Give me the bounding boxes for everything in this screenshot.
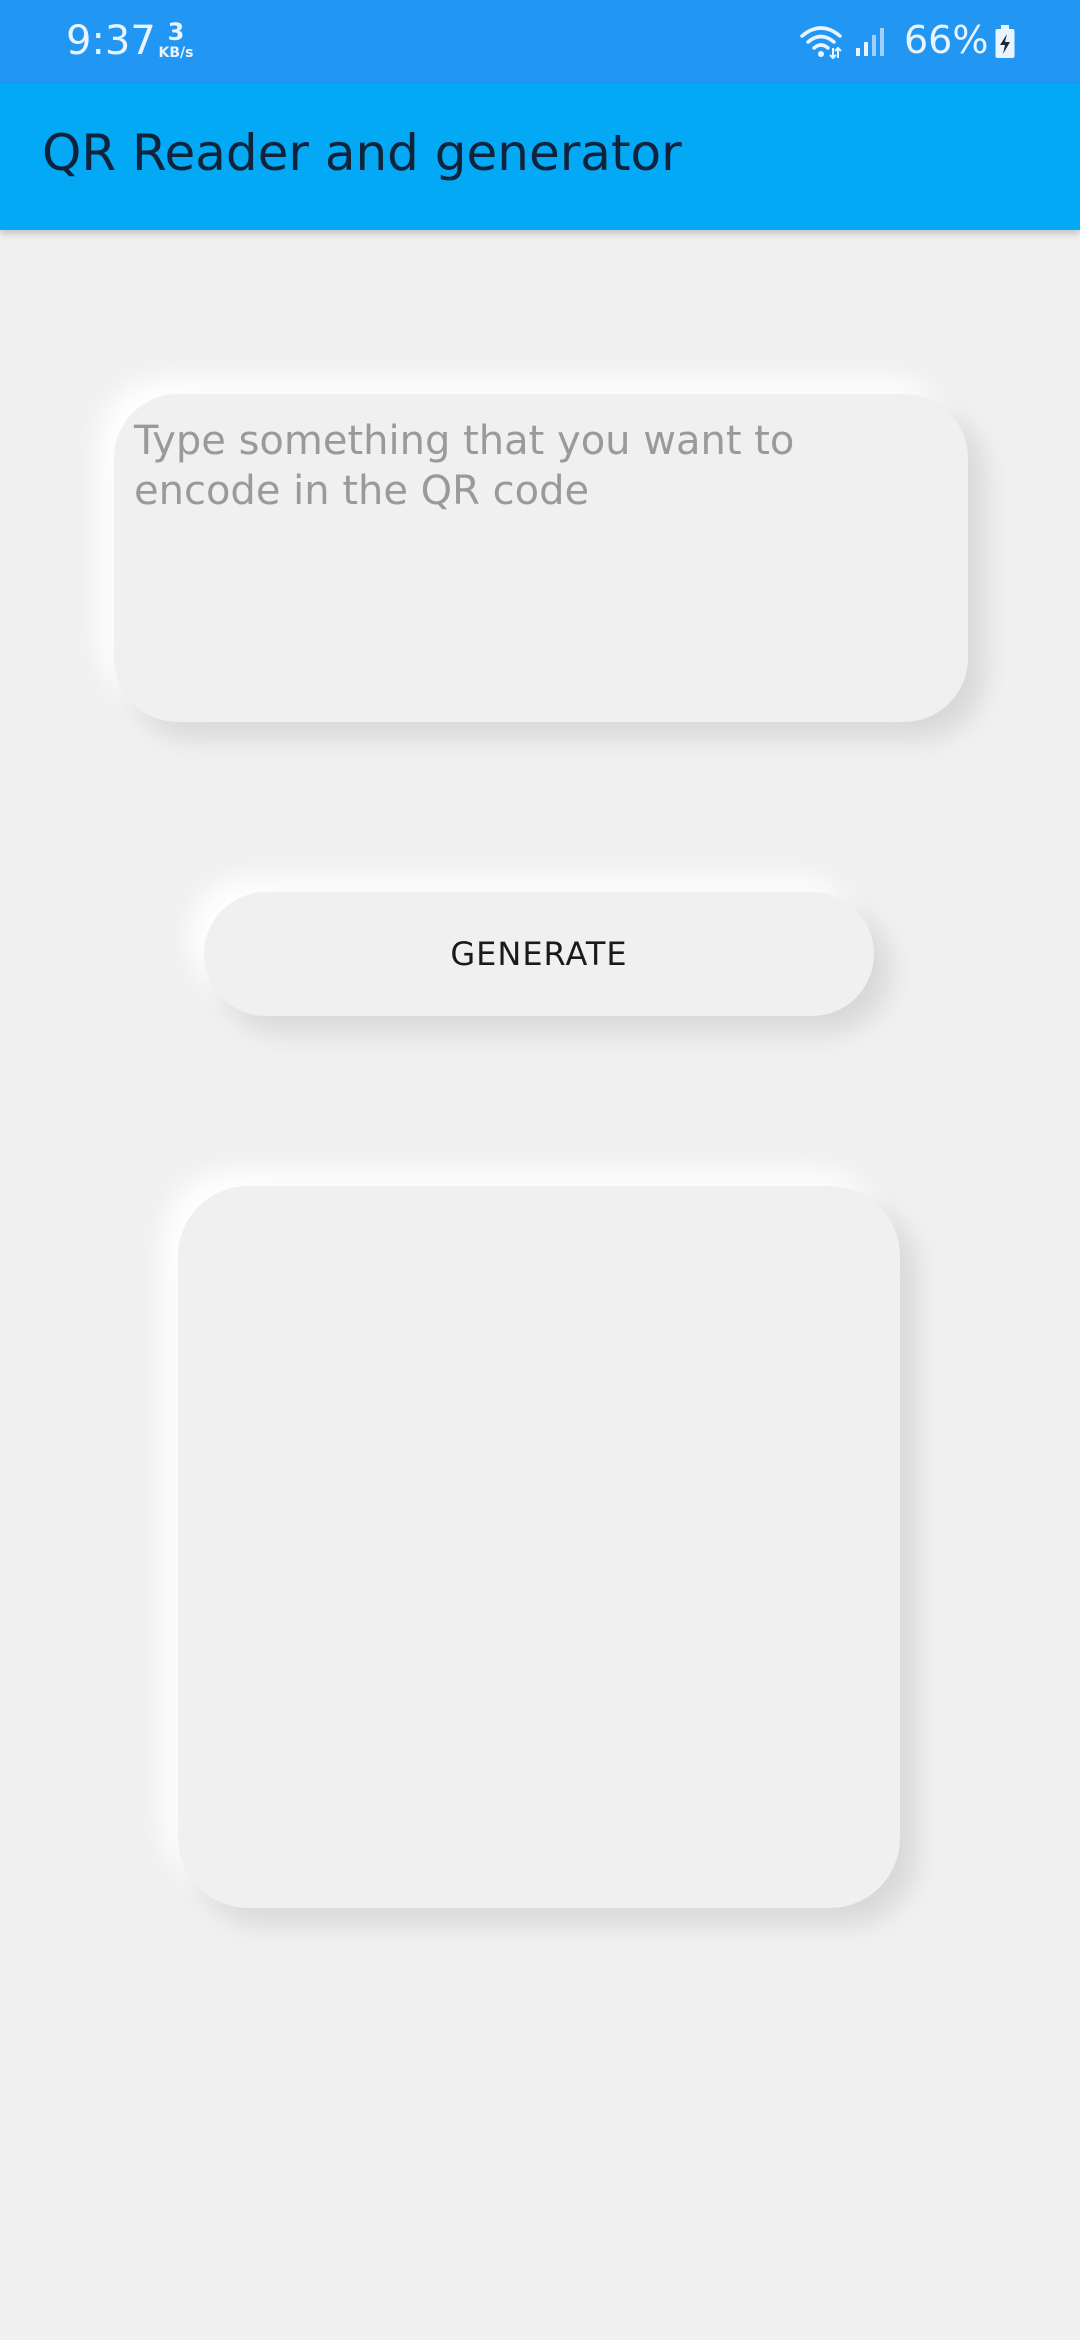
app-title: QR Reader and generator bbox=[42, 124, 682, 182]
wifi-icon bbox=[800, 26, 842, 60]
status-time: 9:37 bbox=[66, 18, 156, 64]
encode-text-input[interactable] bbox=[114, 394, 968, 722]
app-bar: QR Reader and generator bbox=[0, 84, 1080, 230]
battery-percent: 66% bbox=[904, 18, 989, 62]
network-speed-unit: KB/s bbox=[158, 45, 194, 61]
generate-button[interactable]: GENERATE bbox=[204, 892, 874, 1016]
network-speed: 3 KB/s bbox=[154, 20, 198, 60]
signal-icon bbox=[856, 28, 884, 56]
status-bar: 9:37 3 KB/s 66% bbox=[0, 0, 1080, 84]
network-speed-value: 3 bbox=[167, 18, 185, 46]
battery-charging-icon bbox=[995, 25, 1015, 58]
qr-code-output bbox=[178, 1186, 900, 1908]
